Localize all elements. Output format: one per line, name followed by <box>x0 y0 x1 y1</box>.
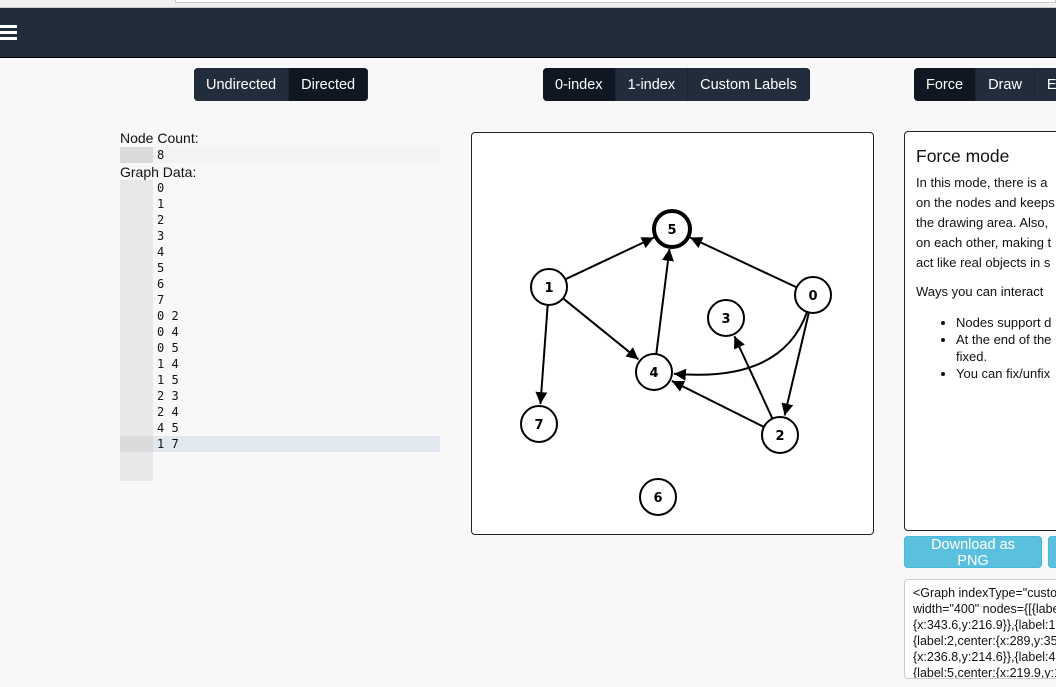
node-2[interactable]: 2 <box>761 416 799 454</box>
node-6[interactable]: 6 <box>639 478 677 516</box>
one-index-button[interactable]: 1-index <box>615 68 689 101</box>
undirected-button[interactable]: Undirected <box>194 68 290 101</box>
direction-toggle: Undirected Directed <box>194 68 369 101</box>
node-4[interactable]: 4 <box>635 353 673 391</box>
graph-data-line: 2 3 <box>157 389 179 403</box>
node-label: 3 <box>721 312 730 327</box>
address-bar[interactable] <box>175 0 1056 3</box>
graph-data-line: 1 4 <box>157 357 179 371</box>
info-title: Force mode <box>916 146 1010 166</box>
list-item: You can fix/unfix <box>956 365 1056 382</box>
download-png-button[interactable]: Download as PNG <box>904 536 1042 569</box>
zero-index-button[interactable]: 0-index <box>543 68 616 101</box>
secondary-button[interactable] <box>1048 536 1056 568</box>
node-label: 6 <box>653 491 662 506</box>
graph-data-line: 1 <box>157 197 165 211</box>
custom-labels-button[interactable]: Custom Labels <box>688 68 810 101</box>
directed-button[interactable]: Directed <box>289 68 369 101</box>
node-label: 1 <box>544 281 553 296</box>
info-paragraph: In this mode, there is a on the nodes an… <box>916 175 1055 270</box>
node-label: 7 <box>534 418 543 433</box>
graph-data-line: 1 7 <box>120 436 440 452</box>
node-1[interactable]: 1 <box>530 268 568 306</box>
graph-data-line: 0 5 <box>157 341 179 355</box>
edge-2-4 <box>671 380 765 428</box>
node-count-label: Node Count: <box>120 130 199 146</box>
graph-data-line: 2 4 <box>157 405 179 419</box>
graph-data-line: 1 5 <box>157 373 179 387</box>
list-item: At the end of thefixed. <box>956 331 1056 365</box>
navbar <box>0 8 1056 58</box>
node-label: 2 <box>775 429 784 444</box>
edge-2-3 <box>733 335 774 420</box>
edge-1-4 <box>562 297 640 361</box>
index-toggle: 0-index 1-index Custom Labels <box>543 68 810 101</box>
info-list: Nodes support d At the end of thefixed. … <box>916 314 1056 382</box>
node-count-input[interactable]: 8 <box>120 147 440 163</box>
node-5[interactable]: 5 <box>652 209 692 249</box>
edge-4-5 <box>655 248 674 355</box>
draw-mode-button[interactable]: Draw <box>976 68 1035 101</box>
node-label: 4 <box>649 366 658 381</box>
hamburger-icon[interactable] <box>0 25 17 41</box>
edge-0-5 <box>689 236 798 289</box>
graph-data-line: 7 <box>157 293 165 307</box>
graph-data-line: 6 <box>157 277 165 291</box>
info-panel: Force mode In this mode, there is a on t… <box>904 131 1056 531</box>
graph-data-line: 0 4 <box>157 325 179 339</box>
browser-strip <box>0 0 1056 8</box>
graph-data-editor[interactable]: 0 1 2 3 4 5 6 7 0 2 0 4 0 5 1 4 1 5 2 3 2 4 4 51 7 <box>120 180 440 481</box>
graph-canvas[interactable]: 0 1 2 3 4 5 6 7 <box>471 132 874 535</box>
graph-data-line: 0 <box>157 181 165 195</box>
graph-data-line: 4 <box>157 245 165 259</box>
graph-svg: 0 1 2 3 4 5 6 7 <box>520 209 832 516</box>
node-label: 5 <box>667 223 676 238</box>
edit-mode-button[interactable]: Ed <box>1034 68 1056 101</box>
list-item: Nodes support d <box>956 314 1056 331</box>
node-0[interactable]: 0 <box>794 276 832 314</box>
graph-data-label: Graph Data: <box>120 164 197 180</box>
graph-data-line: 0 2 <box>157 309 179 323</box>
code-output[interactable]: <Graph indexType="custo width="400" node… <box>904 579 1056 679</box>
node-3[interactable]: 3 <box>707 299 745 337</box>
edge-1-7 <box>535 304 549 405</box>
node-label: 0 <box>808 289 817 304</box>
graph-data-line: 3 <box>157 229 165 243</box>
info-ways: Ways you can interact <box>916 284 1044 299</box>
edge-0-2 <box>781 312 810 416</box>
edge-1-5 <box>564 236 655 281</box>
force-mode-button[interactable]: Force <box>914 68 977 101</box>
graph-data-line: 2 <box>157 213 165 227</box>
graph-data-line: 4 5 <box>157 421 179 435</box>
mode-toggle: Force Draw Ed <box>914 68 1056 101</box>
graph-data-line: 5 <box>157 261 165 275</box>
node-7[interactable]: 7 <box>520 405 558 443</box>
